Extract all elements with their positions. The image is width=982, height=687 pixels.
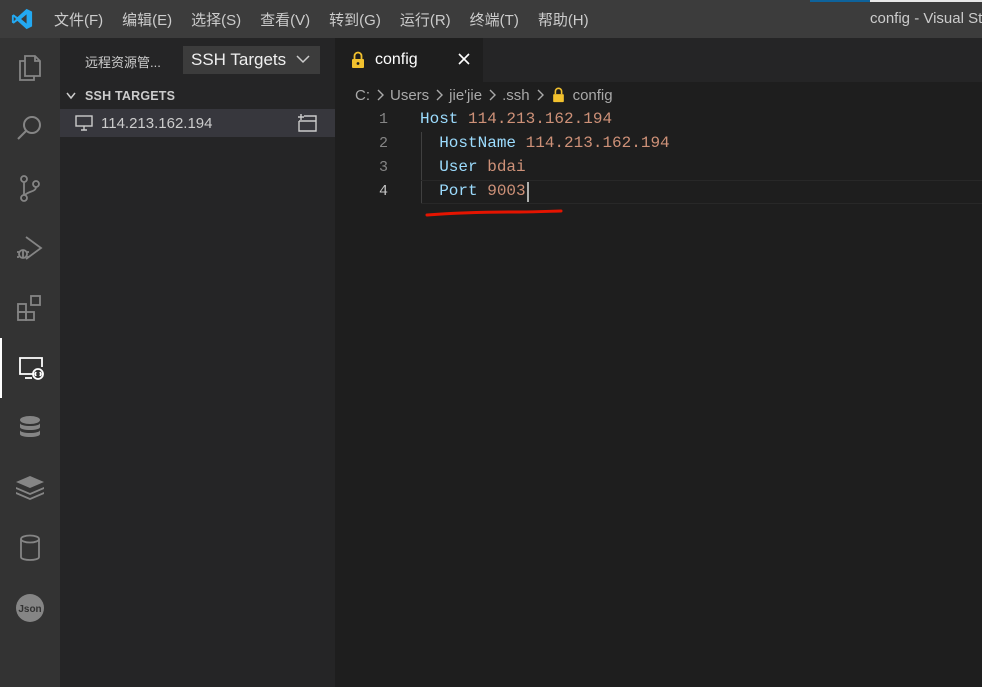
line-text: Host 114.213.162.194 xyxy=(420,110,612,128)
config-key: Port xyxy=(439,182,478,200)
monitor-icon xyxy=(75,115,93,131)
extensions-icon xyxy=(17,295,41,321)
activity-search[interactable] xyxy=(0,98,60,158)
line-number: 4 xyxy=(378,183,388,200)
lock-icon xyxy=(552,87,564,103)
svg-text:Json: Json xyxy=(18,604,41,615)
ssh-target-item[interactable]: 114.213.162.194 xyxy=(60,109,335,137)
config-key: User xyxy=(439,158,478,176)
code-line[interactable]: 4 Port 9003 xyxy=(335,180,982,204)
vscode-logo-icon[interactable] xyxy=(10,8,34,30)
menu-selection[interactable]: 选择(S) xyxy=(191,9,241,30)
line-number: 1 xyxy=(378,111,388,128)
chevron-down-icon xyxy=(296,55,310,64)
ssh-target-label: 114.213.162.194 xyxy=(101,114,213,132)
redis-icon xyxy=(16,476,44,500)
line-text: Port 9003 xyxy=(420,182,526,200)
menu-go[interactable]: 转到(G) xyxy=(329,9,381,30)
menu-terminal[interactable]: 终端(T) xyxy=(470,9,519,30)
activity-explorer[interactable] xyxy=(0,38,60,98)
line-number: 3 xyxy=(378,159,388,176)
config-value: 9003 xyxy=(487,182,526,200)
sidebar-title: 远程资源管... xyxy=(85,55,161,70)
run-debug-icon xyxy=(17,236,43,260)
tab-config[interactable]: config xyxy=(335,38,483,82)
activity-extensions[interactable] xyxy=(0,278,60,338)
menu-file[interactable]: 文件(F) xyxy=(54,9,103,30)
activity-remote-explorer[interactable] xyxy=(0,338,60,398)
menu-help[interactable]: 帮助(H) xyxy=(538,9,589,30)
activity-database[interactable] xyxy=(0,398,60,458)
line-text: User bdai xyxy=(420,158,526,176)
code-line[interactable]: 3 User bdai xyxy=(335,156,982,180)
breadcrumb-item[interactable]: .ssh xyxy=(502,87,530,104)
activity-redis[interactable] xyxy=(0,458,60,518)
chevron-right-icon xyxy=(377,89,384,101)
activity-json[interactable]: Json xyxy=(0,578,60,638)
json-icon: Json xyxy=(16,594,44,622)
breadcrumb: C: Users jie'jie .ssh config xyxy=(355,84,613,106)
line-text: HostName 114.213.162.194 xyxy=(420,134,670,152)
red-underline-annotation xyxy=(425,209,563,217)
config-value: bdai xyxy=(487,158,526,176)
config-key: HostName xyxy=(439,134,517,152)
menu-run[interactable]: 运行(R) xyxy=(400,9,451,30)
activity-sql[interactable] xyxy=(0,518,60,578)
section-label: SSH TARGETS xyxy=(85,89,176,103)
menu-bar: 文件(F) 编辑(E) 选择(S) 查看(V) 转到(G) 运行(R) 终端(T… xyxy=(54,0,608,38)
code-line[interactable]: 2 HostName 114.213.162.194 xyxy=(335,132,982,156)
remote-type-select-value: SSH Targets xyxy=(191,50,287,69)
search-icon xyxy=(17,116,41,140)
breadcrumb-item[interactable]: config xyxy=(573,87,613,104)
code-editor[interactable]: 1 Host 114.213.162.194 2 HostName 114.21… xyxy=(335,108,982,687)
breadcrumb-item[interactable]: C: xyxy=(355,87,370,104)
sidebar-header: 远程资源管... SSH Targets xyxy=(60,38,335,82)
title-accent xyxy=(810,0,870,2)
config-value: 114.213.162.194 xyxy=(525,134,670,152)
editor-tab-bar: config xyxy=(335,38,982,82)
activity-run-debug[interactable] xyxy=(0,218,60,278)
chevron-right-icon xyxy=(537,89,544,101)
chevron-right-icon xyxy=(436,89,444,101)
sql-icon xyxy=(20,534,40,561)
title-bar: 文件(F) 编辑(E) 选择(S) 查看(V) 转到(G) 运行(R) 终端(T… xyxy=(0,0,982,38)
config-key: Host xyxy=(420,110,459,128)
remote-explorer-icon xyxy=(19,357,44,380)
breadcrumb-item[interactable]: Users xyxy=(390,87,429,104)
lock-icon xyxy=(352,51,364,68)
database-icon xyxy=(20,416,40,437)
tab-label: config xyxy=(375,51,418,68)
config-value: 114.213.162.194 xyxy=(468,110,613,128)
remote-type-select[interactable]: SSH Targets xyxy=(183,46,320,74)
ssh-targets-section-header[interactable]: SSH TARGETS xyxy=(60,86,335,106)
code-line[interactable]: 1 Host 114.213.162.194 xyxy=(335,108,982,132)
close-icon[interactable] xyxy=(457,52,471,66)
activity-source-control[interactable] xyxy=(0,158,60,218)
breadcrumb-item[interactable]: jie'jie xyxy=(449,87,482,104)
activity-bar: Json xyxy=(0,38,60,687)
remote-explorer-sidebar: 远程资源管... SSH Targets SSH TARGETS 114.213… xyxy=(60,38,335,687)
chevron-right-icon xyxy=(489,89,497,101)
text-cursor xyxy=(527,182,529,202)
title-accent-light xyxy=(870,0,982,2)
chevron-down-icon xyxy=(66,92,76,100)
explorer-icon xyxy=(19,55,41,81)
line-number: 2 xyxy=(378,135,388,152)
source-control-icon xyxy=(20,175,40,202)
connect-new-window-icon[interactable] xyxy=(296,113,318,133)
window-title: config - Visual Stu xyxy=(870,10,982,27)
menu-view[interactable]: 查看(V) xyxy=(260,9,310,30)
menu-edit[interactable]: 编辑(E) xyxy=(122,9,172,30)
